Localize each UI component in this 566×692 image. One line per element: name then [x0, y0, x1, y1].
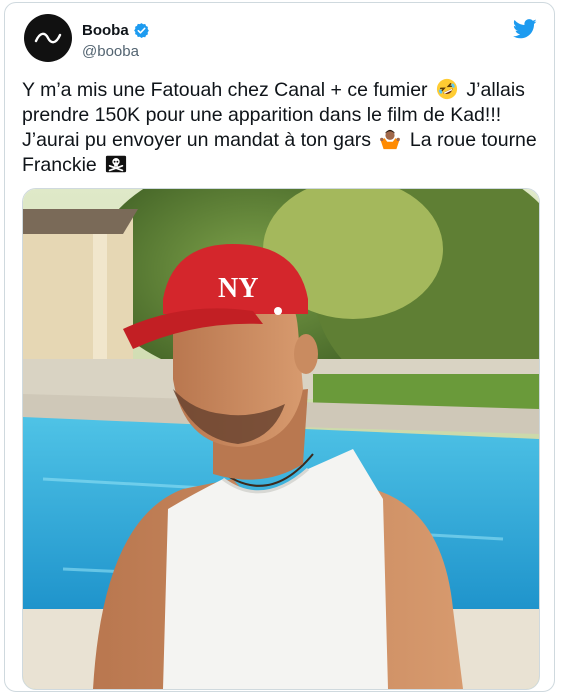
booba-logo-icon [34, 32, 62, 44]
rolling-laughing-emoji-icon [436, 78, 458, 100]
photo-man-red-cap-by-pool: NY [23, 189, 539, 689]
avatar[interactable] [24, 14, 72, 62]
tweet-text: Y m’a mis une Fatouah chez Canal + ce fu… [22, 78, 542, 178]
tweet-text-line-1: Y m’a mis une Fatouah chez Canal + ce fu… [22, 79, 428, 101]
tweet-text-line-3: J’aurai pu envoyer un mandat à ton gars [22, 129, 372, 151]
verified-badge-icon [133, 23, 149, 38]
twitter-bird-icon[interactable] [513, 19, 537, 39]
svg-text:NY: NY [218, 273, 258, 304]
author-name-row[interactable]: Booba [82, 22, 150, 39]
display-name[interactable]: Booba [82, 22, 129, 39]
tweet-photo[interactable]: NY [22, 188, 540, 690]
author-handle[interactable]: @booba [82, 43, 139, 60]
skull-crossbones-flag-emoji-icon [106, 155, 127, 173]
person-shrugging-emoji-icon [380, 129, 401, 150]
